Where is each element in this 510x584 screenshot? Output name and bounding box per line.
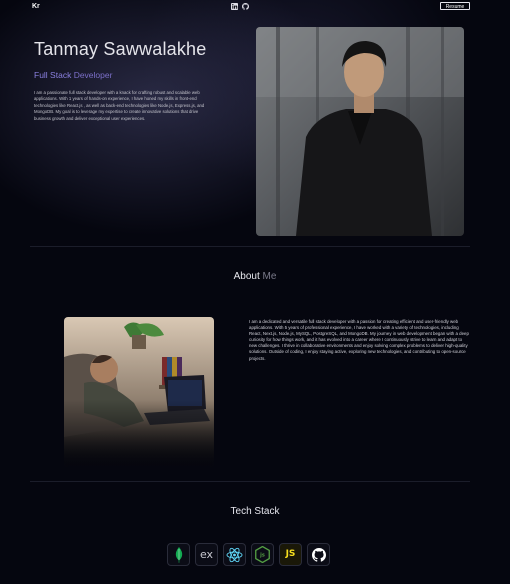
- profile-photo: [256, 27, 464, 236]
- section-divider: [30, 481, 470, 482]
- javascript-icon: JS: [285, 549, 296, 559]
- section-divider: [30, 246, 470, 247]
- github-icon: [242, 3, 249, 10]
- hero-role-primary: Full Stack: [34, 70, 72, 80]
- tech-item-express: ex: [195, 543, 218, 566]
- github-icon: [311, 547, 326, 562]
- react-icon: [226, 547, 243, 562]
- linkedin-link[interactable]: [231, 3, 238, 10]
- resume-button[interactable]: Resume: [440, 2, 470, 10]
- linkedin-icon: [231, 3, 238, 10]
- tech-item-react: [223, 543, 246, 566]
- about-photo: [64, 317, 214, 467]
- tech-item-mongodb: [167, 543, 190, 566]
- tech-item-github: [307, 543, 330, 566]
- github-link[interactable]: [242, 3, 249, 10]
- tech-stack-list: ex js JS: [167, 543, 330, 566]
- mongodb-icon: [175, 546, 182, 563]
- navbar: Kr Resume: [0, 0, 510, 14]
- about-photo-illustration: [64, 317, 214, 467]
- tech-stack-title: Tech Stack: [230, 506, 280, 517]
- hero-role: Full Stack Developer: [34, 70, 112, 80]
- express-icon: ex: [199, 548, 214, 561]
- hero-description: I am a passionate full stack developer w…: [34, 90, 205, 121]
- tech-item-javascript: JS: [279, 543, 302, 566]
- hero-role-secondary: Developer: [71, 70, 113, 80]
- profile-photo-illustration: [256, 27, 464, 236]
- about-title-primary: About: [233, 271, 260, 282]
- about-title: About Me: [0, 271, 510, 282]
- about-title-secondary: Me: [259, 271, 277, 282]
- about-description: I am a dedicated and versatile full stac…: [249, 319, 469, 361]
- hero-name: Tanmay Sawwalakhe: [34, 39, 207, 59]
- nodejs-icon: js: [255, 546, 270, 563]
- social-links: [231, 3, 249, 10]
- tech-item-nodejs: js: [251, 543, 274, 566]
- svg-text:js: js: [259, 553, 265, 559]
- site-logo[interactable]: Kr: [32, 3, 40, 10]
